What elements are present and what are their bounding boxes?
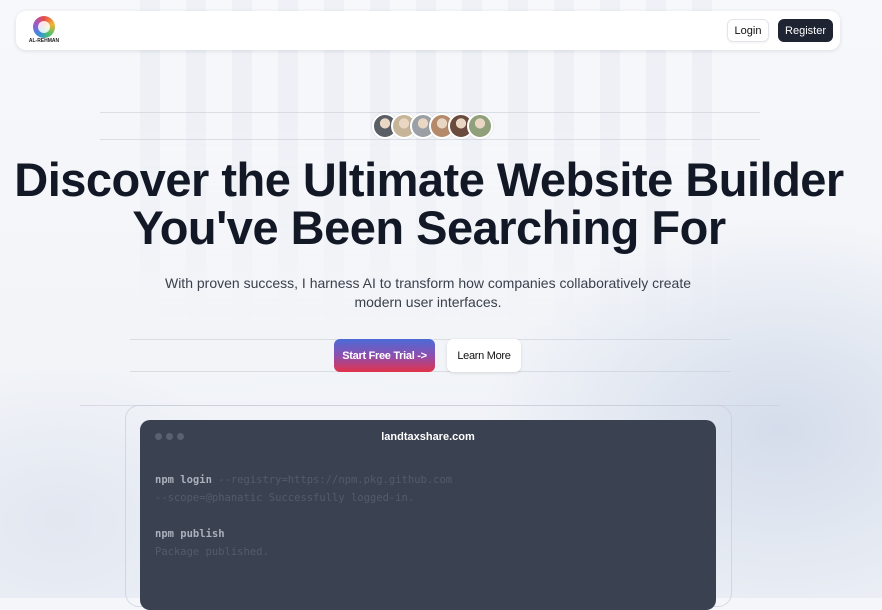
terminal-code: npm login --registry=https://npm.pkg.git… xyxy=(155,471,695,561)
hero-title: Discover the Ultimate Website Builder Yo… xyxy=(0,156,858,252)
avatar xyxy=(467,113,493,139)
code-output: Package published. xyxy=(155,546,269,558)
code-command: npm publish xyxy=(155,528,225,540)
navbar: AL-REHMAN Login Register xyxy=(16,11,840,50)
avatar-group xyxy=(372,113,493,139)
terminal-window: landtaxshare.com npm login --registry=ht… xyxy=(140,420,716,610)
learn-more-button[interactable]: Learn More xyxy=(447,339,521,372)
terminal-title: landtaxshare.com xyxy=(381,431,475,443)
divider xyxy=(100,139,760,140)
code-line: Package published. xyxy=(155,543,695,561)
register-button[interactable]: Register xyxy=(778,19,833,42)
start-free-trial-button[interactable]: Start Free Trial -> xyxy=(334,339,435,372)
code-output: --registry=https://npm.pkg.github.com xyxy=(211,474,453,486)
code-command: npm login xyxy=(155,474,212,486)
code-line: --scope=@phanatic Successfully logged-in… xyxy=(155,489,695,507)
code-output: --scope=@phanatic Successfully logged-in… xyxy=(155,492,415,504)
logo-text: AL-REHMAN xyxy=(28,38,60,44)
code-line: npm login --registry=https://npm.pkg.git… xyxy=(155,471,695,489)
code-line: npm publish xyxy=(155,525,695,543)
hero-title-line-2: You've Been Searching For xyxy=(132,201,726,254)
login-button[interactable]: Login xyxy=(727,19,769,42)
brand-logo[interactable]: AL-REHMAN xyxy=(28,16,60,46)
hero-title-line-1: Discover the Ultimate Website Builder xyxy=(14,153,844,206)
hero-subtitle: With proven success, I harness AI to tra… xyxy=(164,275,691,310)
